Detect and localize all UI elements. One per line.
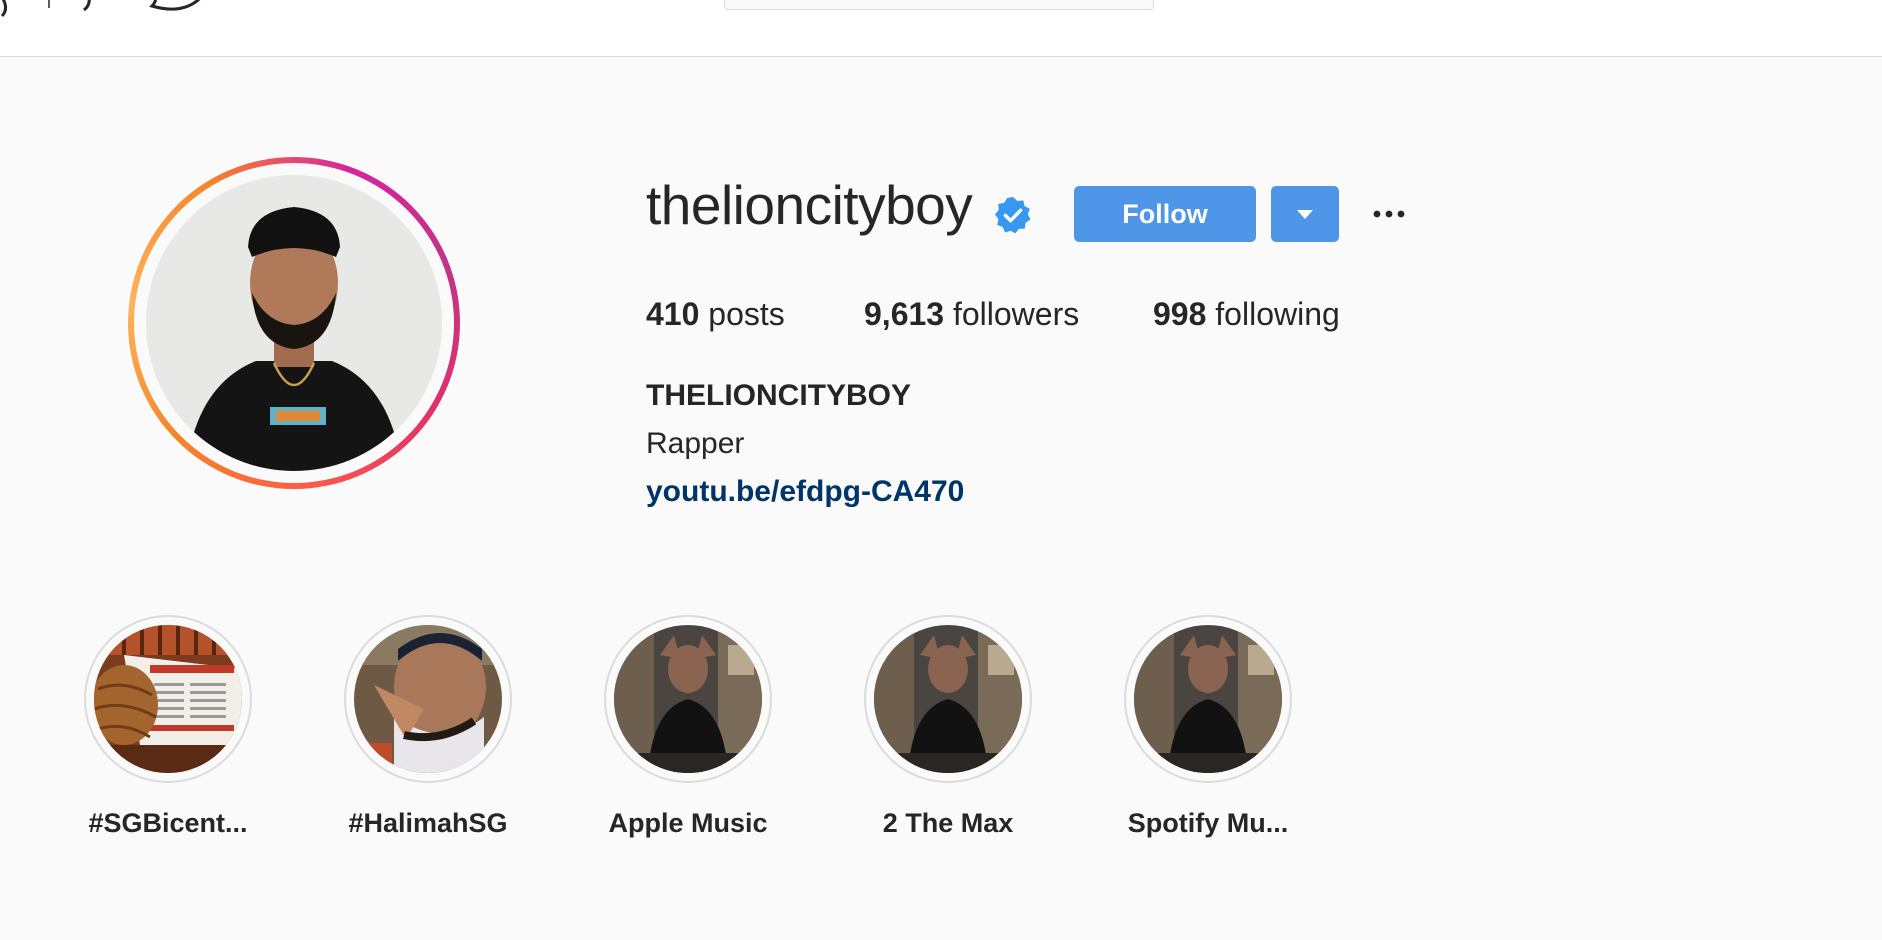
highlight-label: Apple Music [608,808,768,838]
following-count-value: 998 [1153,296,1207,332]
story-highlight-apple-music[interactable]: Apple Music [558,615,818,855]
highlight-cover [354,625,502,773]
highlight-cover-ring [84,615,252,783]
highlight-label: 2 The Max [882,808,1014,838]
highlight-label: #SGBicent... [88,808,248,838]
caret-down-icon [1297,209,1313,219]
top-nav-bar [0,0,1882,57]
story-highlight-sgbicent[interactable]: #SGBicent... [38,615,298,855]
search-input[interactable] [724,0,1154,10]
highlight-cover-ring [864,615,1032,783]
highlight-cover [874,625,1022,773]
posts-count: 410 posts [646,296,785,333]
suggested-accounts-dropdown-button[interactable] [1271,186,1339,242]
highlight-cover-ring [344,615,512,783]
followers-count-value: 9,613 [864,296,945,332]
highlight-label: #HalimahSG [348,808,508,838]
highlight-cover-ring [604,615,772,783]
followers-link[interactable]: 9,613 followers [864,296,1079,333]
posts-count-label: posts [708,296,785,332]
highlight-cover-ring [1124,615,1292,783]
followers-count-label: followers [952,296,1080,332]
profile-username: thelioncityboy [646,174,973,236]
profile-avatar-story-ring[interactable] [128,157,460,489]
ellipsis-icon [1373,210,1405,218]
following-count-label: following [1215,296,1340,332]
following-link[interactable]: 998 following [1153,296,1340,333]
avatar [146,175,442,471]
verified-badge-icon [994,196,1031,234]
instagram-logo[interactable] [0,0,210,22]
posts-count-value: 410 [646,296,700,332]
profile-website-link[interactable]: youtu.be/efdpg-CA470 [646,475,964,509]
highlight-cover [1134,625,1282,773]
story-highlight-2-the-max[interactable]: 2 The Max [818,615,1078,855]
follow-button[interactable]: Follow [1074,186,1256,242]
highlight-cover [614,625,762,773]
story-highlight-spotify-music[interactable]: Spotify Mu... [1078,615,1338,855]
story-highlight-halimahsg[interactable]: #HalimahSG [298,615,558,855]
profile-bio: Rapper [646,427,745,460]
highlight-cover [94,625,242,773]
highlight-label: Spotify Mu... [1127,808,1289,838]
profile-full-name: THELIONCITYBOY [646,379,912,412]
more-options-button[interactable] [1372,196,1406,232]
